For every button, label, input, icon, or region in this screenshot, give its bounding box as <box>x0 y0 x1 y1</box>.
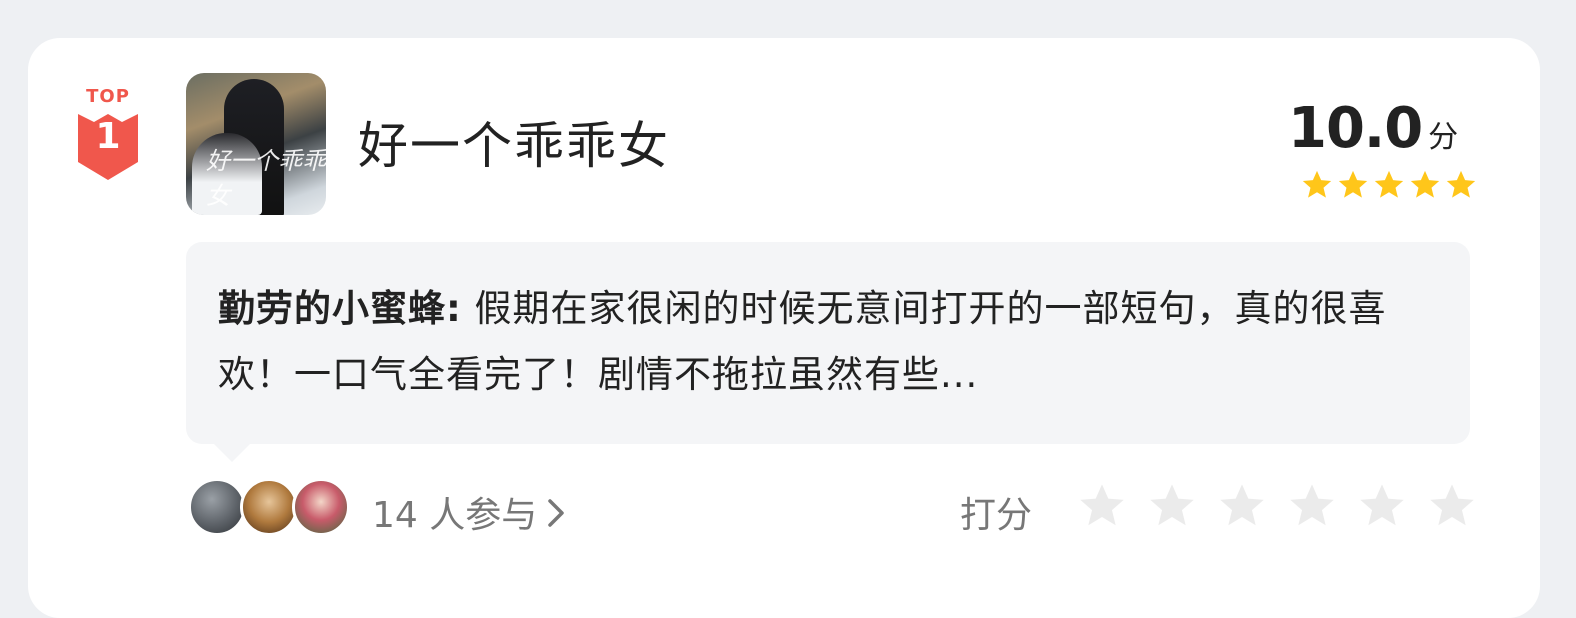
poster-caption: 好一个乖乖女 <box>206 147 326 210</box>
star-empty-icon[interactable] <box>1216 480 1268 532</box>
comment-author: 勤劳的小蜜蜂: <box>218 287 462 330</box>
star-empty-icon[interactable] <box>1356 480 1408 532</box>
star-half-icon[interactable] <box>1076 480 1128 532</box>
score-unit: 分 <box>1428 120 1459 155</box>
score-value: 10.0 <box>1288 96 1423 161</box>
star-empty-icon[interactable] <box>1286 480 1338 532</box>
star-filled-icon <box>1302 170 1332 198</box>
star-filled-icon <box>1410 170 1440 198</box>
comment-text: 勤劳的小蜜蜂: 假期在家很闲的时候无意间打开的一部短句，真的很喜欢！一口气全看完… <box>218 276 1448 408</box>
show-poster[interactable]: 好一个乖乖女 <box>186 73 326 215</box>
star-empty-icon[interactable] <box>1146 480 1198 532</box>
avatar <box>240 478 298 536</box>
top-rank-badge: TOP 1 <box>72 86 144 182</box>
top-label: TOP <box>86 86 130 107</box>
comment-bubble[interactable]: 勤劳的小蜜蜂: 假期在家很闲的时候无意间打开的一部短句，真的很喜欢！一口气全看完… <box>186 242 1470 462</box>
participants-link[interactable]: 14 人参与 <box>372 486 567 538</box>
show-title[interactable]: 好一个乖乖女 <box>358 106 670 178</box>
star-empty-icon[interactable] <box>1426 480 1478 532</box>
score: 10.0 分 <box>1288 96 1458 161</box>
rate-label: 打分 <box>960 495 1033 536</box>
rating-stars[interactable] <box>1076 480 1478 532</box>
comment-bubble-tail <box>214 444 250 462</box>
avatar <box>188 478 246 536</box>
avatar <box>292 478 350 536</box>
chevron-right-icon <box>545 497 567 538</box>
participants-label: 14 人参与 <box>372 495 538 536</box>
star-filled-icon <box>1338 170 1368 198</box>
star-filled-icon <box>1446 170 1476 198</box>
score-stars <box>1300 168 1478 202</box>
star-filled-icon <box>1374 170 1404 198</box>
participant-avatars[interactable] <box>188 478 358 538</box>
rank-number: 1 <box>95 116 121 157</box>
